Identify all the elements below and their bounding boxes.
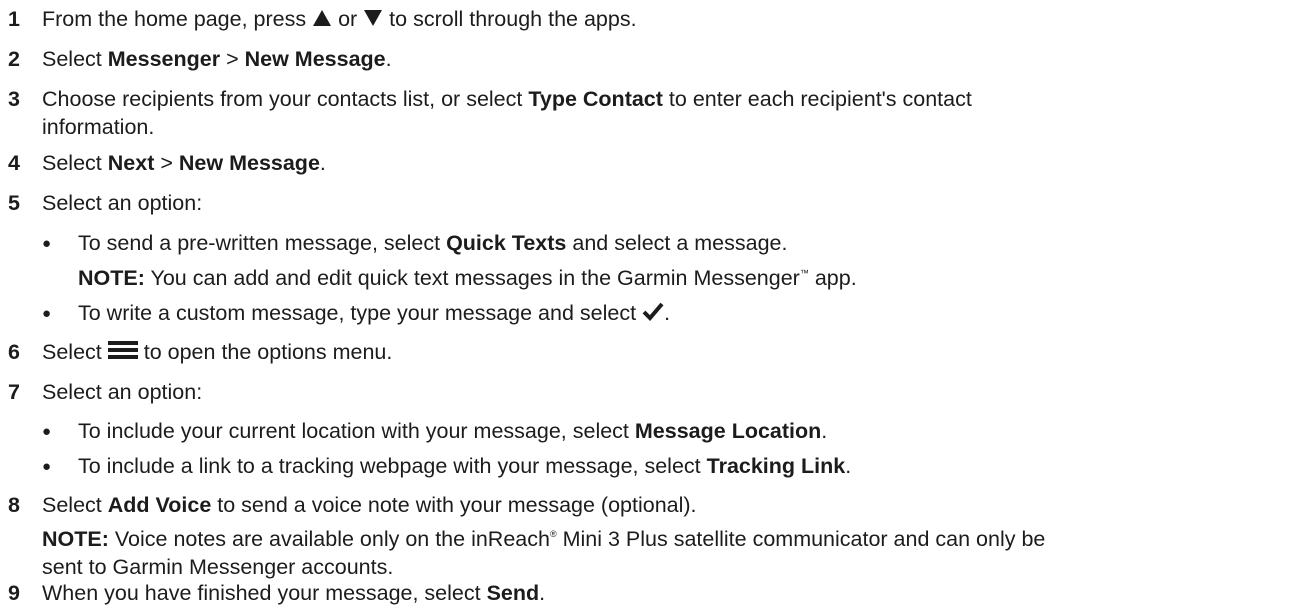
- bullet-text: To include your current location with yo…: [78, 419, 828, 443]
- step-number: 3: [8, 87, 20, 111]
- step-text: Choose recipients from your contacts lis…: [42, 87, 972, 139]
- step-text: When you have finished your message, sel…: [42, 581, 546, 605]
- bullet-text: To send a pre-written message, select Qu…: [78, 231, 788, 255]
- step-text: Select Next > New Message.: [42, 151, 326, 175]
- menu-icon: [107, 341, 138, 359]
- step-text: Select an option:: [42, 191, 203, 215]
- step-number: 6: [8, 340, 20, 364]
- step-number: 2: [8, 47, 20, 71]
- note: NOTE: Voice notes are available only on …: [42, 527, 1046, 579]
- step-text: Select an option:: [42, 380, 203, 404]
- bullet: ●: [42, 235, 52, 252]
- instruction-list: 1 From the home page, press or to scroll…: [0, 0, 1289, 611]
- step-number: 7: [8, 380, 20, 404]
- bullet-text: To write a custom message, type your mes…: [78, 301, 671, 325]
- step-number: 9: [8, 581, 20, 605]
- bullet: ●: [42, 423, 52, 440]
- step-number: 5: [8, 191, 20, 215]
- step-number: 1: [8, 7, 20, 31]
- note: NOTE: You can add and edit quick text me…: [78, 266, 857, 290]
- triangle-up-icon: [313, 10, 332, 26]
- triangle-down-icon: [364, 10, 383, 26]
- step-text: Select Messenger > New Message.: [42, 47, 392, 71]
- bullet: ●: [42, 458, 52, 475]
- step-text: From the home page, press or to scroll t…: [42, 7, 637, 31]
- bullet-text: To include a link to a tracking webpage …: [78, 454, 852, 478]
- step-number: 4: [8, 151, 20, 175]
- checkmark-icon: [642, 302, 664, 321]
- bullet: ●: [42, 305, 52, 322]
- step-text: Select Add Voice to send a voice note wi…: [42, 493, 697, 517]
- step-number: 8: [8, 493, 20, 517]
- step-text: Select to open the options menu.: [42, 340, 393, 364]
